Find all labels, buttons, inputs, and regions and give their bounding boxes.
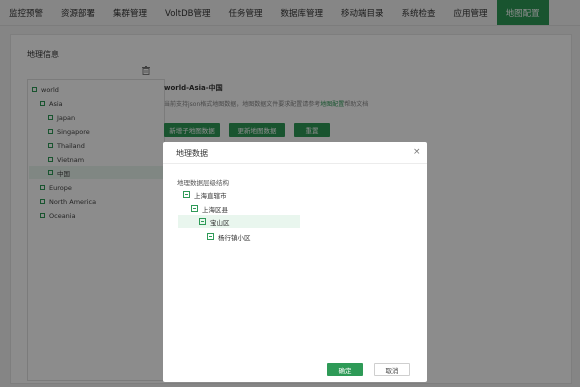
dialog-title: 地理数据 (176, 149, 208, 158)
region-node-label: 上海直辖市 (194, 191, 227, 200)
hierarchy-label: 地理数据层级结构 (177, 179, 229, 187)
region-node-label: 杨行镇小区 (218, 233, 251, 242)
region-node-yanghang[interactable]: 杨行镇小区 (207, 230, 303, 243)
collapse-icon[interactable] (183, 191, 190, 198)
geo-data-dialog: 地理数据 × 地理数据层级结构 上海直辖市 上海区县 宝山区 杨行镇小区 确定 … (163, 142, 427, 382)
collapse-icon[interactable] (199, 218, 206, 225)
collapse-icon[interactable] (191, 205, 198, 212)
collapse-icon[interactable] (207, 233, 214, 240)
region-node-shanghai-city[interactable]: 上海直辖市 (183, 188, 303, 201)
region-node-label: 上海区县 (202, 205, 228, 214)
dialog-header: 地理数据 × (163, 142, 427, 164)
region-node-label: 宝山区 (210, 218, 230, 227)
confirm-button[interactable]: 确定 (327, 363, 363, 376)
region-node-shanghai-district[interactable]: 上海区县 (191, 202, 303, 215)
region-node-baoshan[interactable]: 宝山区 (178, 215, 300, 228)
cancel-button[interactable]: 取消 (374, 363, 410, 376)
close-icon[interactable]: × (413, 147, 421, 157)
